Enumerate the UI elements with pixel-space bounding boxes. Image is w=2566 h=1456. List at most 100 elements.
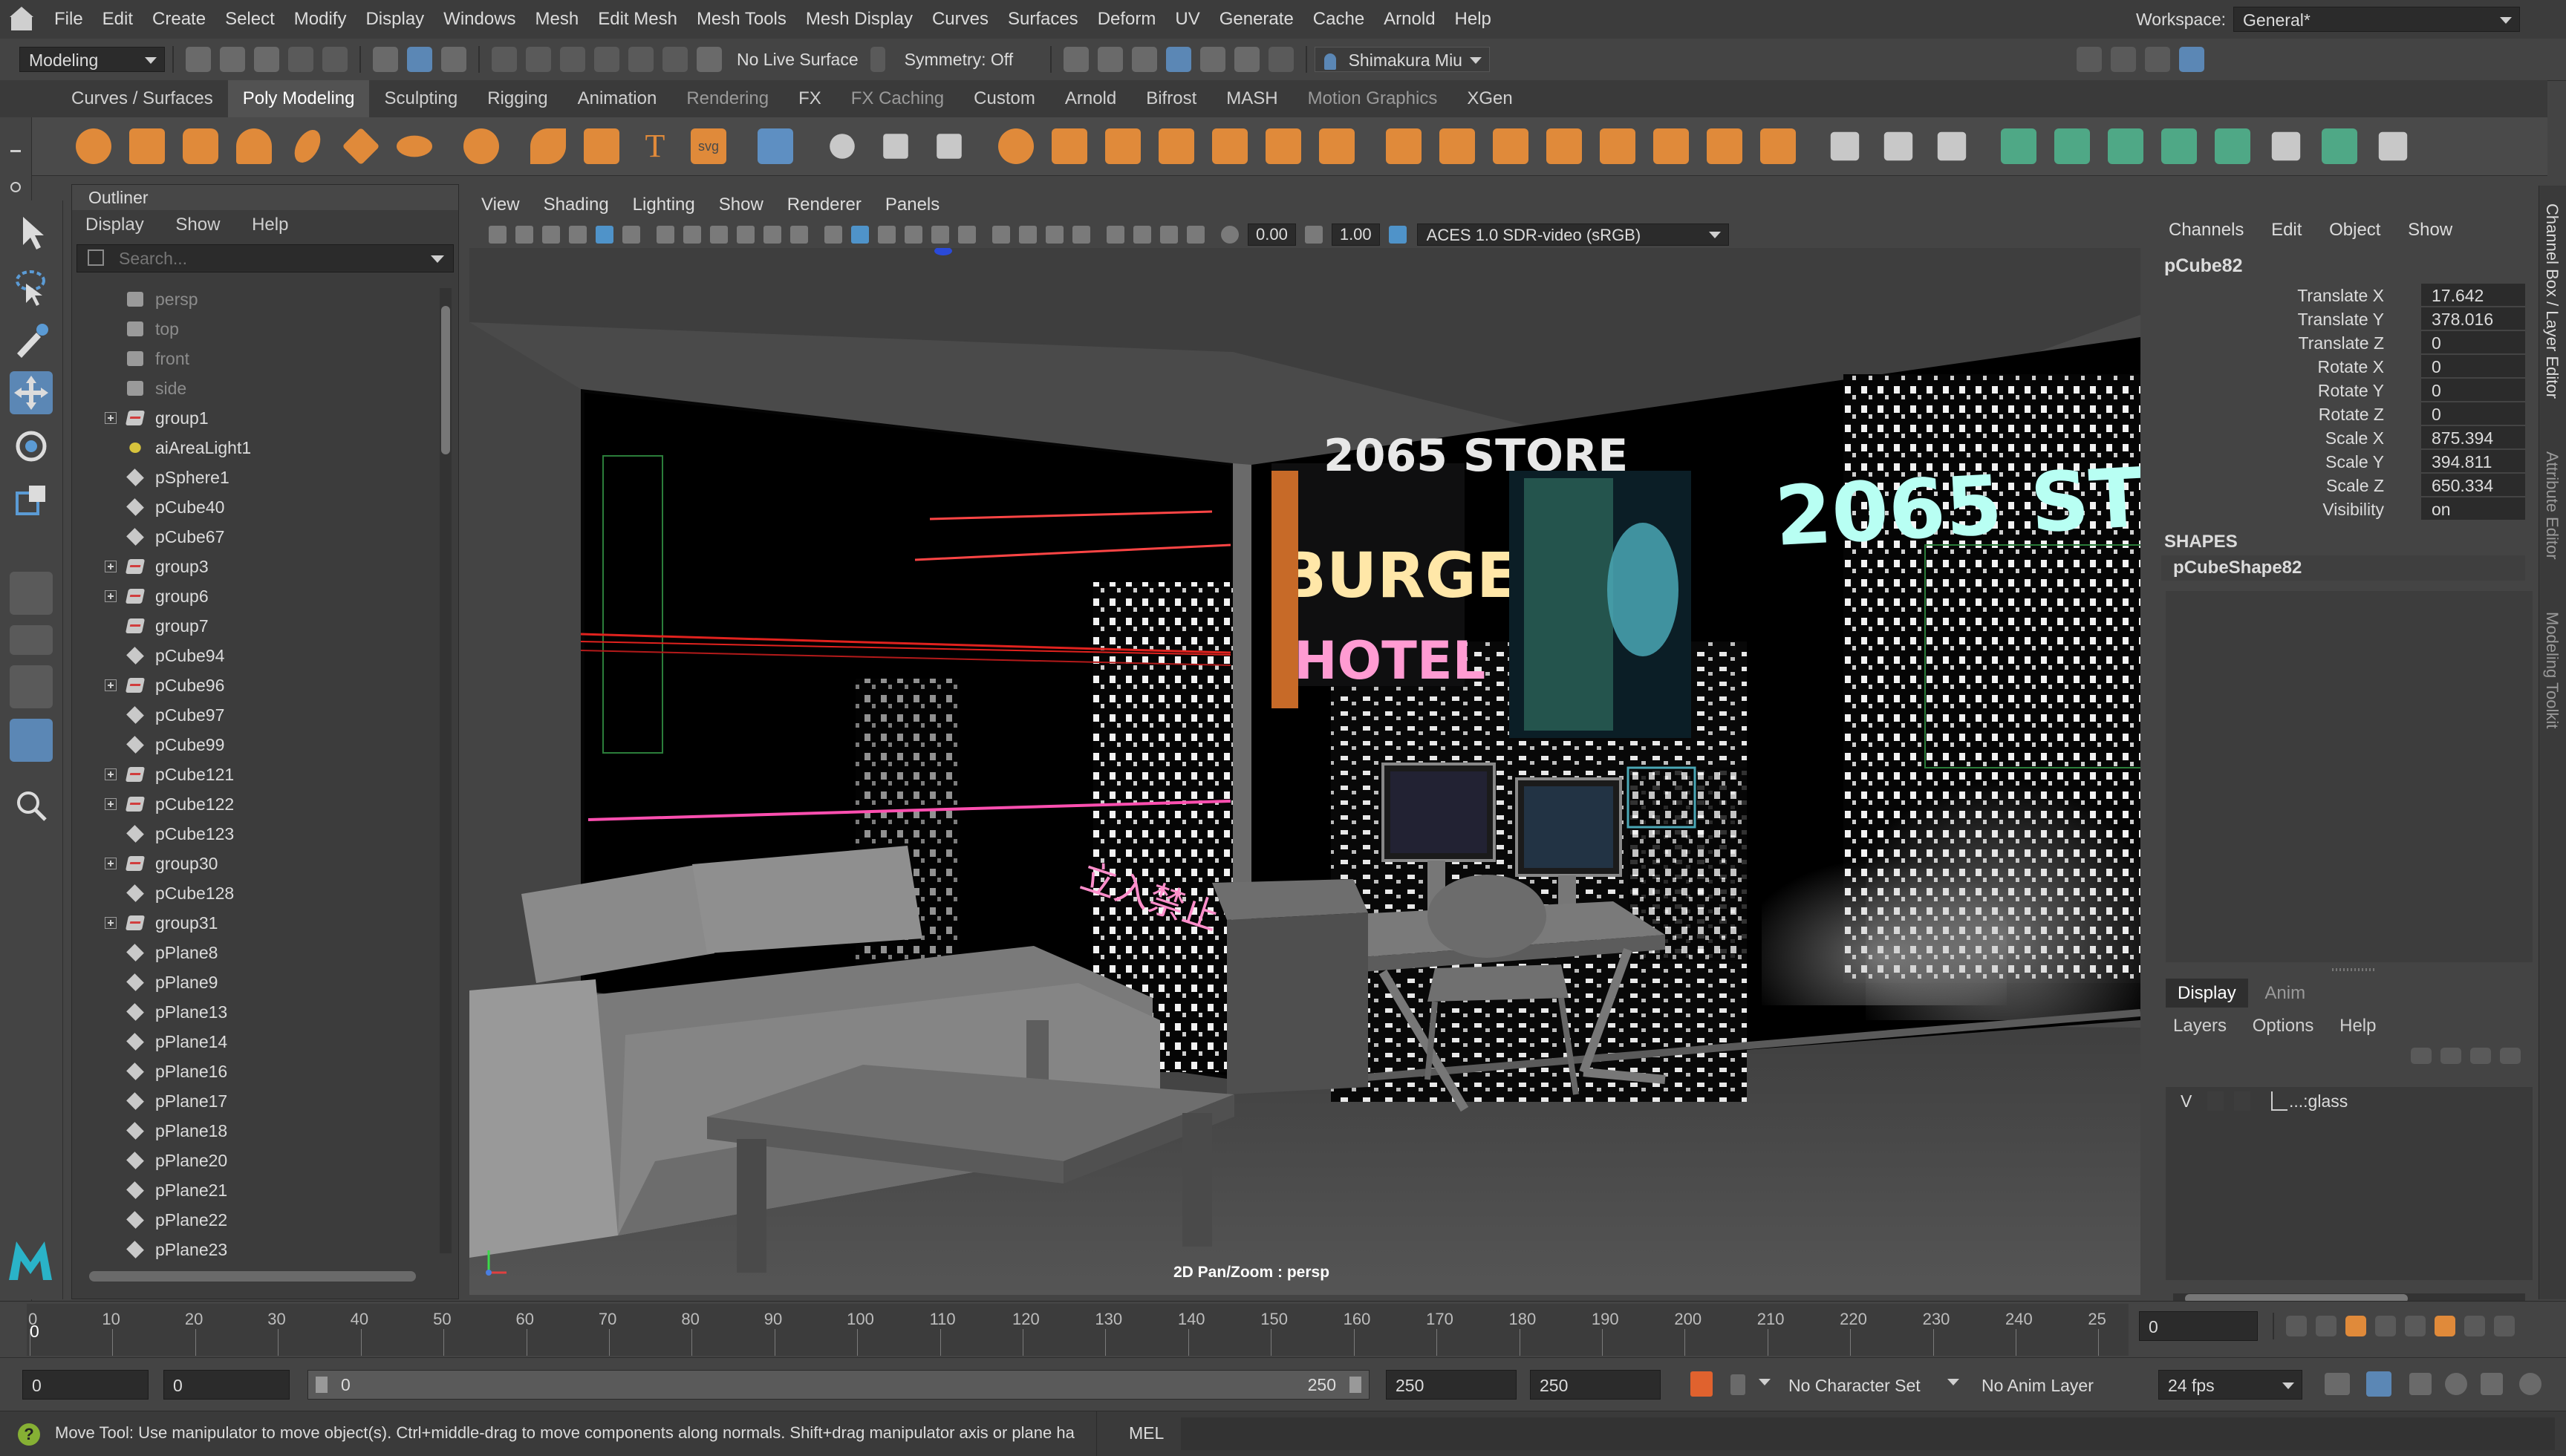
svg-tool-icon[interactable]: svg	[691, 128, 726, 164]
expand-icon[interactable]	[105, 768, 117, 780]
outliner-item-side[interactable]: side	[72, 373, 436, 403]
tab-xgen[interactable]: XGen	[1452, 80, 1527, 117]
playback-start-field[interactable]: 0	[163, 1370, 290, 1400]
insert-edge-loop-icon[interactable]	[1883, 131, 1913, 161]
step-back-key-icon[interactable]	[2316, 1316, 2337, 1336]
panel-splitter[interactable]	[2332, 968, 2377, 971]
menu-file[interactable]: File	[45, 0, 93, 39]
anim-layer-label[interactable]: No Anim Layer	[1982, 1376, 2094, 1396]
range-slider-left-handle[interactable]	[316, 1377, 328, 1393]
channel-value[interactable]: 394.811	[2421, 450, 2525, 472]
outliner-item-pplane21[interactable]: pPlane21	[72, 1175, 436, 1205]
target-weld-icon[interactable]	[1707, 128, 1742, 164]
snap-view-icon[interactable]	[594, 47, 619, 72]
pause-icon[interactable]	[1269, 47, 1295, 72]
layer-playback-toggle[interactable]	[2207, 1091, 2224, 1111]
backface-culling-icon[interactable]	[1187, 226, 1205, 244]
outliner-item-pcube128[interactable]: pCube128	[72, 878, 436, 908]
menu-cache[interactable]: Cache	[1303, 0, 1374, 39]
layer-visibility-toggle[interactable]: V	[2181, 1087, 2192, 1115]
outliner-item-persp[interactable]: persp	[72, 284, 436, 314]
ipr-render-icon[interactable]	[1132, 47, 1158, 72]
channel-value[interactable]: 0	[2421, 355, 2525, 377]
delete-history-icon[interactable]	[2378, 131, 2408, 161]
channel-value[interactable]: 875.394	[2421, 426, 2525, 448]
outliner-item-pcube40[interactable]: pCube40	[72, 492, 436, 522]
outliner-item-front[interactable]: front	[72, 344, 436, 373]
channel-rotate-z[interactable]: Rotate Z 0	[2154, 402, 2533, 426]
channel-value[interactable]: 0	[2421, 402, 2525, 425]
exposure-field[interactable]: 0.00	[1248, 223, 1296, 246]
collapse-icon[interactable]	[1760, 128, 1796, 164]
image-plane-icon[interactable]	[569, 226, 587, 244]
grid-icon[interactable]	[657, 226, 674, 244]
tab-attribute-editor[interactable]: Attribute Editor	[2542, 451, 2562, 560]
menu-edit-mesh[interactable]: Edit Mesh	[588, 0, 687, 39]
lights-icon[interactable]	[931, 226, 949, 244]
channel-name[interactable]: Rotate Y	[2318, 379, 2384, 402]
boolean-difference-icon[interactable]	[1266, 128, 1301, 164]
poly-torus-icon[interactable]	[289, 125, 326, 167]
menu-create[interactable]: Create	[143, 0, 215, 39]
four-view-icon[interactable]	[10, 625, 53, 655]
menu-display[interactable]: Display	[356, 0, 434, 39]
mirror-icon[interactable]	[1105, 128, 1141, 164]
bridge-icon[interactable]	[1439, 128, 1475, 164]
menu-modify[interactable]: Modify	[284, 0, 356, 39]
channel-scale-x[interactable]: Scale X 875.394	[2154, 426, 2533, 450]
layer-name[interactable]: ...:glass	[2289, 1087, 2348, 1115]
smooth-icon[interactable]	[1159, 128, 1194, 164]
shadows-icon[interactable]	[958, 226, 976, 244]
menu-set-dropdown[interactable]: Modeling	[19, 47, 165, 72]
viewport-persp[interactable]: 立入禁止 BURGER. HOTEL 2065 STORE 2065 STORE	[469, 248, 2140, 1295]
poly-cube-icon[interactable]	[129, 128, 165, 164]
2d-pan-zoom-icon[interactable]	[596, 226, 613, 244]
animation-preferences-icon[interactable]	[2445, 1373, 2467, 1395]
freeze-transform-icon[interactable]	[883, 134, 908, 159]
menu-uv[interactable]: UV	[1165, 0, 1209, 39]
lasso-tool-icon[interactable]	[10, 264, 53, 307]
play-forwards-icon[interactable]	[2405, 1316, 2426, 1336]
outliner-search-input[interactable]	[117, 247, 417, 270]
shelf-settings-icon[interactable]	[10, 182, 21, 192]
tab-arnold[interactable]: Arnold	[1050, 80, 1131, 117]
view-transform-dropdown[interactable]: ACES 1.0 SDR-video (sRGB)	[1416, 223, 1729, 246]
poly-count-icon[interactable]	[937, 134, 962, 159]
poly-plane-icon[interactable]	[342, 127, 380, 166]
gamma-icon[interactable]	[1304, 226, 1323, 244]
layer-menu-help[interactable]: Help	[2339, 1016, 2376, 1036]
cache-playback-icon[interactable]	[2366, 1371, 2391, 1397]
poly-cylinder-icon[interactable]	[183, 128, 218, 164]
select-hierarchy-icon[interactable]	[373, 47, 398, 72]
outliner-item-pcube123[interactable]: pCube123	[72, 819, 436, 849]
cb-menu-show[interactable]: Show	[2408, 220, 2452, 240]
menu-mesh[interactable]: Mesh	[526, 0, 589, 39]
boolean-union-icon[interactable]	[1212, 128, 1248, 164]
outliner-horizontal-scrollbar[interactable]	[89, 1271, 416, 1282]
move-tool-icon[interactable]	[10, 371, 53, 414]
exposure-icon[interactable]	[1221, 226, 1239, 244]
channel-translate-y[interactable]: Translate Y 378.016	[2154, 307, 2533, 331]
depth-of-field-icon[interactable]	[1072, 226, 1090, 244]
audio-icon[interactable]	[2409, 1373, 2432, 1395]
channel-scale-z[interactable]: Scale Z 650.334	[2154, 474, 2533, 497]
menu-mesh-tools[interactable]: Mesh Tools	[687, 0, 796, 39]
fill-hole-icon[interactable]	[1546, 128, 1582, 164]
expand-icon[interactable]	[105, 561, 117, 572]
menu-arnold[interactable]: Arnold	[1374, 0, 1445, 39]
expand-icon[interactable]	[105, 412, 117, 424]
expand-icon[interactable]	[105, 679, 117, 691]
outliner-item-group30[interactable]: group30	[72, 849, 436, 878]
color-management-icon[interactable]	[1388, 226, 1407, 244]
outliner-item-group6[interactable]: group6	[72, 581, 436, 611]
go-to-start-icon[interactable]	[2286, 1316, 2307, 1336]
menu-mesh-display[interactable]: Mesh Display	[796, 0, 922, 39]
range-slider[interactable]: 0 250	[307, 1370, 1370, 1400]
channel-value[interactable]: 0	[2421, 331, 2525, 353]
key-options-icon[interactable]	[1730, 1374, 1745, 1395]
soft-select-icon[interactable]	[2322, 128, 2357, 164]
outliner-item-top[interactable]: top	[72, 314, 436, 344]
outliner-item-pcube121[interactable]: pCube121	[72, 760, 436, 789]
new-empty-layer-icon[interactable]	[2470, 1048, 2491, 1064]
offset-edge-loop-icon[interactable]	[1937, 131, 1967, 161]
